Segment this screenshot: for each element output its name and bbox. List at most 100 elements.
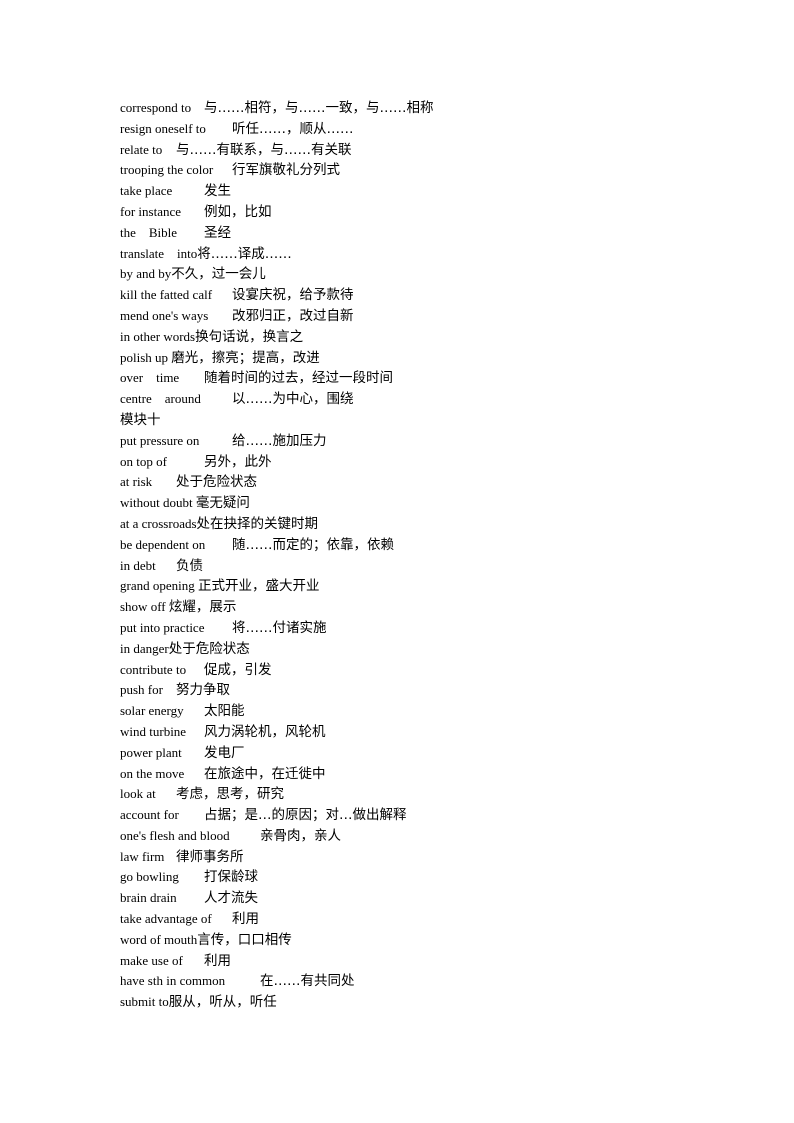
phrase-chinese: 发电厂 bbox=[204, 744, 245, 761]
vocab-entry: in other words换句话说，换言之 bbox=[120, 327, 720, 348]
phrase-chinese: 听任……，顺从…… bbox=[232, 120, 354, 137]
vocab-entry: centre around 以……为中心，围绕 bbox=[120, 389, 720, 410]
section-heading: 模块十 bbox=[120, 411, 161, 428]
vocab-entry: law firm 律师事务所 bbox=[120, 847, 720, 868]
vocab-entry: be dependent on 随……而定的；依靠，依赖 bbox=[120, 535, 720, 556]
phrase-english: power plant bbox=[120, 744, 182, 760]
phrase-english: take place bbox=[120, 183, 173, 199]
phrase-english: go bowling bbox=[120, 869, 179, 885]
vocab-entry: at risk 处于危险状态 bbox=[120, 472, 720, 493]
phrase-chinese: 行军旗敬礼分列式 bbox=[232, 162, 340, 179]
phrase-chinese: 发生 bbox=[204, 183, 231, 200]
phrase-chinese: 利用 bbox=[232, 911, 259, 928]
vocab-entry: trooping the color 行军旗敬礼分列式 bbox=[120, 160, 720, 181]
phrase-english: correspond to bbox=[120, 100, 192, 115]
phrase-chinese: 例如，比如 bbox=[204, 203, 272, 220]
vocab-entry: power plant 发电厂 bbox=[120, 743, 720, 764]
vocab-entry: without doubt 毫无疑问 bbox=[120, 493, 720, 514]
vocab-entry: at a crossroads处在抉择的关键时期 bbox=[120, 514, 720, 535]
phrase-chinese: 律师事务所 bbox=[176, 848, 244, 865]
vocab-entry: solar energy 太阳能 bbox=[120, 701, 720, 722]
phrase-chinese: 努力争取 bbox=[176, 682, 230, 699]
phrase-english: over time bbox=[120, 370, 180, 386]
phrase-chinese: 改邪归正，改过自新 bbox=[232, 307, 354, 324]
phrase-chinese: 打保龄球 bbox=[204, 869, 258, 886]
phrase-english: mend one's ways bbox=[120, 307, 209, 323]
phrase-chinese: 将……译成…… bbox=[197, 245, 292, 262]
vocab-entry: make use of 利用 bbox=[120, 951, 720, 972]
phrase-chinese: 与……相符，与……一致，与……相称 bbox=[204, 100, 434, 116]
vocab-entry: on top of 另外，此外 bbox=[120, 452, 720, 473]
vocab-entry: in danger处于危险状态 bbox=[120, 639, 720, 660]
vocab-entry: submit to服从，听从，听任 bbox=[120, 992, 720, 1013]
vocab-entry: resign oneself to 听任……，顺从…… bbox=[120, 119, 720, 140]
phrase-chinese: 亲骨肉，亲人 bbox=[260, 827, 341, 844]
phrase-chinese: 处于危险状态 bbox=[168, 640, 250, 657]
phrase-chinese: 不久，过一会儿 bbox=[171, 266, 266, 283]
vocab-entry: go bowling 打保龄球 bbox=[120, 867, 720, 888]
vocab-entry: wind turbine 风力涡轮机，风轮机 bbox=[120, 722, 720, 743]
phrase-chinese: 太阳能 bbox=[204, 703, 245, 720]
vocab-entry: brain drain 人才流失 bbox=[120, 888, 720, 909]
phrase-chinese: 在旅途中，在迁徙中 bbox=[204, 765, 326, 782]
phrase-english: have sth in common bbox=[120, 973, 226, 989]
phrase-english: the Bible bbox=[120, 224, 178, 240]
vocab-entry: grand opening 正式开业，盛大开业 bbox=[120, 576, 720, 597]
vocab-entry: have sth in common 在……有共同处 bbox=[120, 971, 720, 992]
phrase-english: account for bbox=[120, 807, 179, 823]
phrase-english: centre around bbox=[120, 391, 201, 407]
phrase-chinese: 换句话说，换言之 bbox=[195, 328, 304, 345]
phrase-chinese: 正式开业，盛大开业 bbox=[197, 578, 320, 595]
vocab-entry: the Bible 圣经 bbox=[120, 223, 720, 244]
vocab-entry: on the move 在旅途中，在迁徙中 bbox=[120, 764, 720, 785]
phrase-chinese: 以……为中心，围绕 bbox=[232, 391, 354, 408]
phrase-english: in debt bbox=[120, 557, 156, 573]
phrase-english: contribute to bbox=[120, 661, 187, 677]
phrase-chinese: 将……付诸实施 bbox=[232, 619, 327, 636]
vocab-entry: take advantage of 利用 bbox=[120, 909, 720, 930]
phrase-english: on top of bbox=[120, 453, 167, 469]
phrase-english: in other words bbox=[120, 328, 196, 344]
phrase-english: grand opening bbox=[120, 578, 195, 594]
vocab-entry: by and by不久，过一会儿 bbox=[120, 264, 720, 285]
phrase-english: relate to bbox=[120, 141, 163, 157]
phrase-chinese: 促成，引发 bbox=[204, 661, 272, 678]
vocab-entry: translate into将……译成…… bbox=[120, 244, 720, 265]
phrase-chinese: 言传，口口相传 bbox=[197, 931, 292, 948]
phrase-english: put pressure on bbox=[120, 432, 200, 448]
phrase-chinese: 风力涡轮机，风轮机 bbox=[204, 723, 326, 740]
vocab-entry: in debt 负债 bbox=[120, 556, 720, 577]
vocab-entry: put pressure on 给……施加压力 bbox=[120, 431, 720, 452]
phrase-english: resign oneself to bbox=[120, 120, 206, 136]
phrase-chinese: 服从，听从，听任 bbox=[168, 994, 277, 1011]
phrase-chinese: 在……有共同处 bbox=[260, 973, 355, 990]
phrase-english: kill the fatted calf bbox=[120, 287, 213, 303]
phrase-english: wind turbine bbox=[120, 723, 187, 739]
vocab-entry: correspond to 与……相符，与……一致，与……相称 bbox=[120, 98, 720, 119]
vocab-entry: relate to 与……有联系，与……有关联 bbox=[120, 140, 720, 161]
vocab-entry: over time 随着时间的过去，经过一段时间 bbox=[120, 368, 720, 389]
vocab-entry: take place 发生 bbox=[120, 181, 720, 202]
phrase-english: for instance bbox=[120, 203, 182, 219]
phrase-english: one's flesh and blood bbox=[120, 827, 230, 843]
phrase-english: law firm bbox=[120, 848, 165, 864]
phrase-chinese: 给……施加压力 bbox=[232, 432, 327, 449]
phrase-chinese: 圣经 bbox=[204, 224, 231, 241]
phrase-chinese: 利用 bbox=[204, 952, 231, 969]
vocab-entry: look at 考虑，思考，研究 bbox=[120, 784, 720, 805]
phrase-chinese: 负债 bbox=[176, 557, 203, 574]
phrase-chinese: 设宴庆祝，给予款待 bbox=[232, 287, 354, 304]
phrase-english: translate into bbox=[120, 245, 198, 261]
phrase-english: submit to bbox=[120, 994, 169, 1010]
vocab-entry: polish up 磨光，擦亮；提高，改进 bbox=[120, 348, 720, 369]
phrase-chinese: 考虑，思考，研究 bbox=[176, 786, 284, 803]
phrase-english: without doubt bbox=[120, 495, 193, 511]
phrase-chinese: 随着时间的过去，经过一段时间 bbox=[204, 370, 393, 387]
phrase-english: brain drain bbox=[120, 890, 177, 906]
phrase-chinese: 随……而定的；依靠，依赖 bbox=[232, 536, 394, 553]
vocab-entry: word of mouth言传，口口相传 bbox=[120, 930, 720, 951]
vocab-entry: contribute to 促成，引发 bbox=[120, 660, 720, 681]
phrase-english: by and by bbox=[120, 266, 172, 282]
phrase-english: push for bbox=[120, 682, 163, 698]
phrase-chinese: 炫耀，展示 bbox=[168, 599, 237, 616]
